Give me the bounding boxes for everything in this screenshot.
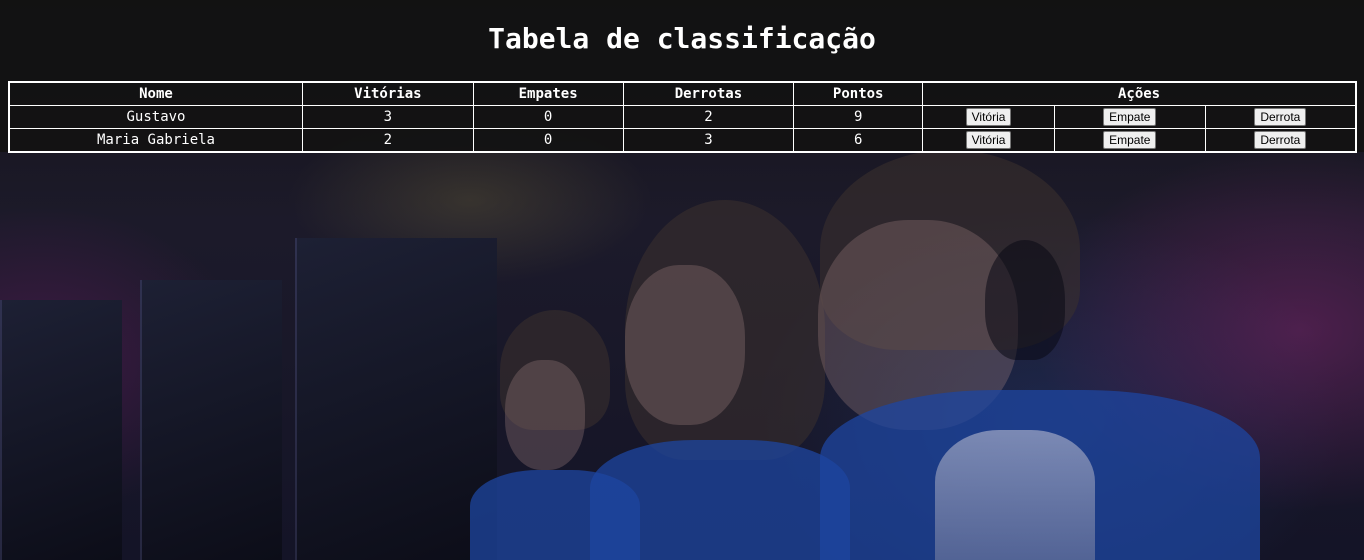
vitoria-button[interactable]: Vitória [965,108,1012,126]
empate-button[interactable]: Empate [1103,108,1157,126]
header-empates: Empates [472,81,624,106]
background-person-face [625,265,745,425]
background-person-shirt [590,440,850,560]
header-nome: Nome [8,81,303,106]
header-derrotas: Derrotas [622,81,795,106]
cell-vitorias: 3 [301,105,474,129]
cell-pontos: 9 [793,105,924,129]
background-monitor [140,280,282,560]
background-monitor [295,238,497,560]
cell-action: Vitória [922,105,1055,129]
headset-earcup [985,240,1065,360]
cell-action: Empate [1053,105,1206,129]
cell-nome: Maria Gabriela [8,128,303,153]
cell-pontos: 6 [793,128,924,153]
derrota-button[interactable]: Derrota [1254,131,1307,149]
cell-action: Empate [1053,128,1206,153]
header-pontos: Pontos [793,81,924,106]
cell-derrotas: 3 [622,128,795,153]
header-vitorias: Vitórias [301,81,474,106]
header-acoes: Ações [922,81,1357,106]
cell-action: Derrota [1204,105,1357,129]
cell-derrotas: 2 [622,105,795,129]
cell-vitorias: 2 [301,128,474,153]
cell-empates: 0 [472,105,624,129]
background-monitor [0,300,122,560]
empate-button[interactable]: Empate [1103,131,1157,149]
page-title: Tabela de classificação [488,22,876,55]
table-row: Gustavo 3 0 2 9 Vitória Empate Derrota [8,105,1357,129]
standings-table: Nome Vitórias Empates Derrotas Pontos Aç… [8,81,1357,153]
table-header-row: Nome Vitórias Empates Derrotas Pontos Aç… [8,81,1357,106]
cell-action: Derrota [1204,128,1357,153]
vitoria-button[interactable]: Vitória [965,131,1012,149]
background-person-shirt [935,430,1095,560]
derrota-button[interactable]: Derrota [1254,108,1307,126]
table-row: Maria Gabriela 2 0 3 6 Vitória Empate De… [8,128,1357,153]
background-person-face [505,360,585,470]
cell-action: Vitória [922,128,1055,153]
cell-empates: 0 [472,128,624,153]
cell-nome: Gustavo [8,105,303,129]
